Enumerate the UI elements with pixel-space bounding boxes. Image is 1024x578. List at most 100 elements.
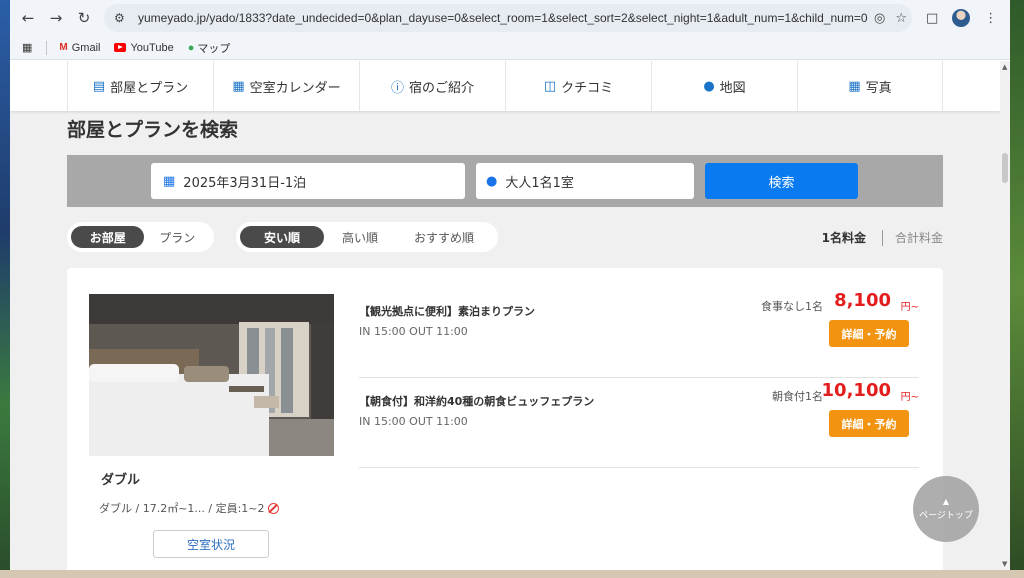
price-total-option[interactable]: 合計料金 (895, 229, 943, 246)
gmail-icon: M (59, 42, 68, 53)
price-mode-switch: 1名料金 合計料金 (822, 229, 943, 246)
address-bar[interactable]: ⚙ yumeyado.jp/yado/1833?date_undecided=0… (104, 4, 912, 32)
bookmark-gmail[interactable]: M Gmail (59, 42, 100, 54)
nav-about[interactable]: ⓘ 宿のご紹介 (359, 61, 505, 111)
arrow-right-icon: → (49, 9, 63, 27)
nav-label: 宿のご紹介 (409, 80, 475, 96)
plan-per-person: 1名 (805, 390, 823, 403)
nav-label: 写真 (865, 80, 892, 96)
arrow-left-icon: ← (21, 9, 35, 27)
reload-icon: ↻ (77, 9, 91, 27)
room-photo[interactable] (89, 294, 334, 456)
apps-grid-icon[interactable]: ▦ (22, 41, 32, 54)
person-icon: ● (486, 173, 498, 189)
bookmark-youtube[interactable]: YouTube (114, 41, 174, 54)
menu-dots-icon[interactable]: ⋮ (984, 11, 997, 26)
profile-avatar[interactable] (952, 9, 971, 27)
back-button[interactable]: ← (14, 4, 42, 32)
section-title: 部屋とプランを検索 (67, 119, 239, 141)
plan-name-link[interactable]: 【観光拠点に便利】素泊まりプラン (359, 303, 535, 319)
site-settings-icon[interactable]: ⚙ (114, 11, 132, 25)
nav-reviews[interactable]: ◫ クチコミ (505, 61, 651, 111)
room-name: ダブル (101, 473, 141, 488)
nav-calendar[interactable]: ▦ 空室カレンダー (213, 61, 359, 111)
nav-map[interactable]: ● 地図 (651, 61, 797, 111)
nav-label: 地図 (719, 80, 746, 96)
bookmark-star-icon[interactable]: ☆ (895, 11, 907, 26)
nav-label: 空室カレンダー (249, 80, 341, 96)
price-per-person-option[interactable]: 1名料金 (822, 229, 866, 246)
bookmark-label: YouTube (130, 41, 174, 54)
plan-meal: 朝食付 (772, 390, 805, 403)
maps-pin-icon: ● (187, 41, 195, 54)
plan-price-unit: 円~ (900, 302, 919, 313)
reload-button[interactable]: ↻ (70, 4, 98, 32)
plan-checkin-time: IN 15:00 OUT 11:00 (359, 415, 468, 428)
guest-value: 大人1名1室 (505, 175, 574, 191)
plan-price: 10,100 (821, 380, 891, 401)
price-mode-divider (881, 229, 883, 246)
photo-grid-icon: ▦ (848, 78, 861, 94)
bookmark-label: Gmail (71, 41, 101, 54)
room-card: ダブル ダブル / 17.2㎡~1... / 定員:1~2 空室状況 【観光拠点… (67, 268, 943, 570)
page-content: ▤ 部屋とプラン ▦ 空室カレンダー ⓘ 宿のご紹介 ◫ クチコミ ● 地図 ▦ 写真 部屋… (10, 61, 1000, 570)
list-icon: ▤ (92, 78, 106, 94)
info-icon: ⓘ (390, 80, 404, 96)
room-spec: ダブル / 17.2㎡~1... / 定員:1~2 (99, 500, 279, 516)
sort-cheap-option[interactable]: 安い順 (240, 226, 324, 248)
room-spec-text: ダブル / 17.2㎡~1... / 定員:1~2 (99, 502, 265, 515)
view-rooms-option[interactable]: お部屋 (71, 226, 145, 248)
plan-per-person: 1名 (805, 300, 823, 313)
os-taskbar (0, 570, 1024, 578)
search-button[interactable]: 検索 (705, 163, 858, 199)
scroll-up-arrow-icon[interactable]: ▲ (1002, 63, 1007, 71)
vacancy-button[interactable]: 空室状況 (153, 530, 269, 558)
no-smoking-icon (267, 502, 279, 514)
site-nav: ▤ 部屋とプラン ▦ 空室カレンダー ⓘ 宿のご紹介 ◫ クチコミ ● 地図 ▦ 写真 (10, 61, 1000, 111)
search-bar: ▦ 2025年3月31日-1泊 ● 大人1名1室 検索 (67, 155, 943, 207)
plan-name-link[interactable]: 【朝食付】和洋約40種の朝食ビュッフェプラン (359, 393, 594, 409)
plan-price-unit: 円~ (900, 392, 919, 403)
book-button[interactable]: 詳細・予約 (829, 320, 909, 347)
plan-checkin-time: IN 15:00 OUT 11:00 (359, 325, 468, 338)
view-toggle: お部屋 プラン (67, 222, 214, 252)
bookmarks-bar: ▦ M Gmail YouTube ● マップ (10, 36, 1010, 60)
scroll-down-arrow-icon[interactable]: ▼ (1002, 560, 1007, 568)
calendar-icon: ▦ (163, 173, 176, 189)
plan-row: 【観光拠点に便利】素泊まりプラン IN 15:00 OUT 11:00 食事なし… (359, 288, 919, 378)
page-top-button[interactable]: ▲ ページトップ (913, 476, 979, 542)
bookmark-label: マップ (197, 42, 231, 55)
youtube-icon (114, 43, 127, 52)
guest-field[interactable]: ● 大人1名1室 (476, 163, 694, 199)
nav-label: 部屋とプラン (110, 80, 189, 96)
arrow-up-icon: ▲ (942, 497, 950, 506)
forward-button[interactable]: → (42, 4, 70, 32)
comments-icon: ◫ (543, 78, 557, 94)
date-value: 2025年3月31日-1泊 (183, 175, 307, 191)
sort-expensive-option[interactable]: 高い順 (324, 226, 396, 248)
eye-off-icon[interactable]: ◎ (874, 11, 885, 26)
page-scrollbar[interactable]: ▲ ▼ (1000, 61, 1010, 570)
browser-toolbar: ← → ↻ ⚙ yumeyado.jp/yado/1833?date_undec… (10, 0, 1010, 36)
calendar-icon: ▦ (232, 78, 245, 94)
desktop-left-edge (0, 0, 10, 578)
room-photo-image (89, 294, 334, 456)
sort-toggle: 安い順 高い順 おすすめ順 (236, 222, 498, 252)
nav-label: クチコミ (561, 80, 614, 96)
plan-row: 【朝食付】和洋約40種の朝食ビュッフェプラン IN 15:00 OUT 11:0… (359, 378, 919, 468)
scroll-thumb[interactable] (1002, 153, 1008, 183)
desktop-right-edge (1010, 0, 1024, 578)
extensions-icon[interactable]: □ (926, 11, 938, 26)
url-text[interactable]: yumeyado.jp/yado/1833?date_undecided=0&p… (138, 11, 868, 25)
map-pin-icon: ● (703, 78, 715, 94)
bookmark-maps[interactable]: ● マップ (188, 40, 231, 56)
view-plans-option[interactable]: プラン (144, 226, 210, 248)
nav-rooms-plans[interactable]: ▤ 部屋とプラン (67, 61, 213, 111)
sort-recommended-option[interactable]: おすすめ順 (396, 226, 492, 248)
page-top-label: ページトップ (919, 511, 973, 521)
plan-meal: 食事なし (761, 300, 805, 313)
nav-photos[interactable]: ▦ 写真 (797, 61, 943, 111)
book-button[interactable]: 詳細・予約 (829, 410, 909, 437)
date-field[interactable]: ▦ 2025年3月31日-1泊 (151, 163, 465, 199)
browser-window: ← → ↻ ⚙ yumeyado.jp/yado/1833?date_undec… (10, 0, 1010, 570)
